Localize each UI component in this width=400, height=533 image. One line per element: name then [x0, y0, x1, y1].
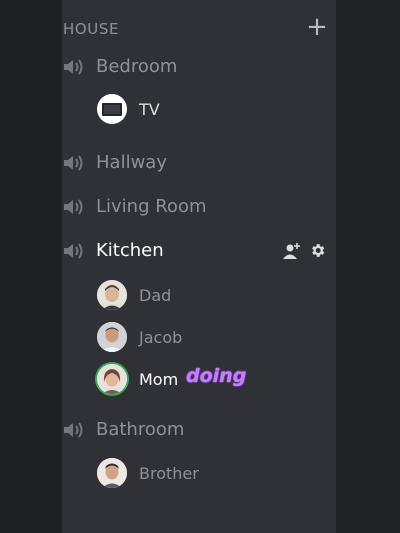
- voice-user-brother[interactable]: Brother: [96, 457, 326, 491]
- voice-channel-bathroom[interactable]: Bathroom: [62, 414, 336, 446]
- voice-channel-living-room[interactable]: Living Room: [62, 191, 336, 223]
- category-title: HOUSE: [63, 20, 120, 38]
- channel-label: Bathroom: [96, 419, 185, 440]
- speaker-icon: [64, 59, 83, 75]
- voice-user-jacob[interactable]: Jacob: [96, 321, 326, 355]
- user-name: Jacob: [139, 328, 183, 347]
- user-name: Brother: [139, 464, 199, 483]
- user-avatar: [97, 458, 127, 488]
- user-name: Mom: [139, 370, 179, 389]
- user-avatar-speaking: [97, 364, 127, 394]
- speaker-icon: [64, 422, 83, 438]
- category-header[interactable]: HOUSE +: [62, 14, 332, 42]
- voice-user-tv[interactable]: TV: [96, 93, 326, 127]
- status-caption: doing: [186, 365, 247, 387]
- channel-label: Living Room: [96, 196, 207, 217]
- voice-channel-hallway[interactable]: Hallway: [62, 147, 336, 179]
- user-name: Dad: [139, 286, 172, 305]
- left-edge: [0, 0, 62, 533]
- speaker-icon: [64, 243, 83, 259]
- right-edge: [336, 0, 400, 533]
- user-name: TV: [139, 100, 160, 119]
- voice-user-mom[interactable]: Mom doing: [96, 363, 326, 397]
- speaker-icon: [64, 199, 83, 215]
- speaker-icon: [64, 155, 83, 171]
- user-avatar: [97, 280, 127, 310]
- plus-icon[interactable]: +: [306, 14, 328, 40]
- user-avatar: [97, 322, 127, 352]
- tv-avatar: [97, 94, 127, 124]
- voice-channel-bedroom[interactable]: Bedroom: [62, 51, 336, 83]
- add-user-icon[interactable]: [282, 242, 302, 260]
- channel-label: Hallway: [96, 152, 167, 173]
- channel-label: Bedroom: [96, 56, 178, 77]
- voice-channel-kitchen[interactable]: Kitchen: [62, 235, 336, 267]
- channel-label: Kitchen: [96, 240, 164, 261]
- voice-user-dad[interactable]: Dad: [96, 279, 326, 313]
- channel-actions: [282, 241, 328, 261]
- gear-icon[interactable]: [309, 242, 326, 259]
